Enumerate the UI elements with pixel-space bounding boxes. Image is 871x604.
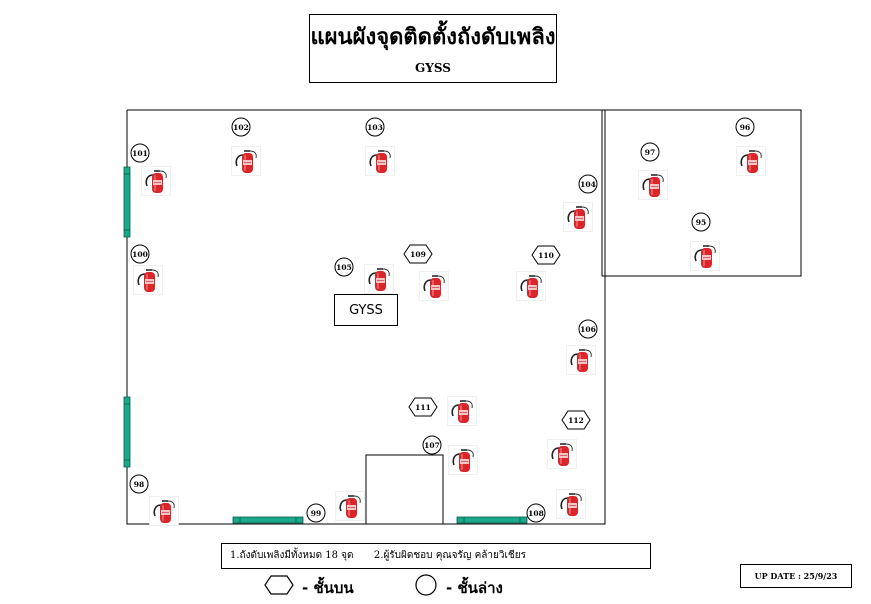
svg-text:111: 111 [415,403,431,412]
location-marker-96: 96 [735,117,755,137]
fire-extinguisher-icon [556,489,586,519]
location-marker-107: 107 [422,435,442,455]
hexagon-icon [264,575,294,595]
fire-extinguisher-icon [736,146,766,176]
svg-text:108: 108 [528,509,544,518]
svg-text:101: 101 [132,149,148,158]
fire-extinguisher-icon [448,445,478,475]
fire-extinguisher-icon [231,146,261,176]
fire-extinguisher-icon [516,271,546,301]
svg-text:97: 97 [645,148,655,157]
location-marker-100: 100 [130,244,150,264]
fire-extinguisher-icon [133,265,163,295]
update-date: UP DATE : 25/9/23 [740,564,852,588]
location-marker-101: 101 [130,143,150,163]
location-marker-103: 103 [365,117,385,137]
svg-text:106: 106 [580,325,596,334]
note-responsible-person: 2.ผู้รับผิดชอบ คุณจรัญ คล้ายวิเชียร [373,550,526,561]
fire-extinguisher-icon [563,202,593,232]
svg-text:107: 107 [424,441,440,450]
svg-text:109: 109 [410,250,426,259]
svg-text:98: 98 [134,480,144,489]
location-marker-98: 98 [129,474,149,494]
fire-extinguisher-icon [419,271,449,301]
fire-extinguisher-icon [365,146,395,176]
location-marker-111: 111 [408,397,438,417]
location-marker-97: 97 [640,142,660,162]
fire-extinguisher-icon [447,396,477,426]
location-marker-106: 106 [578,319,598,339]
fire-extinguisher-icon [690,241,720,271]
location-marker-112: 112 [561,410,591,430]
fire-extinguisher-icon [141,166,171,196]
door-bottom-left [232,516,304,524]
location-marker-99: 99 [306,503,326,523]
legend-upper-floor: - ชั้นบน [302,579,354,597]
circle-icon [415,574,437,596]
location-marker-105: 105 [334,257,354,277]
fire-extinguisher-icon [335,491,365,521]
location-marker-110: 110 [531,245,561,265]
svg-text:105: 105 [336,263,352,272]
fire-extinguisher-icon [547,439,577,469]
door-bottom-right [456,516,528,524]
note-total-count: 1.ถังดับเพลิงมีทั้งหมด 18 จุด [230,550,354,561]
legend-lower-floor: - ชั้นล่าง [446,579,503,597]
location-marker-108: 108 [526,503,546,523]
fire-extinguisher-icon [566,345,596,375]
location-marker-104: 104 [578,174,598,194]
svg-text:112: 112 [568,416,584,425]
svg-text:96: 96 [740,123,750,132]
svg-text:99: 99 [311,509,321,518]
door-left-top [123,166,131,238]
svg-text:104: 104 [580,180,596,189]
location-marker-95: 95 [691,212,711,232]
location-marker-109: 109 [403,244,433,264]
fire-extinguisher-icon [638,170,668,200]
svg-text:95: 95 [696,218,706,227]
notes-box: 1.ถังดับเพลิงมีทั้งหมด 18 จุด 2.ผู้รับผิ… [221,543,651,569]
location-marker-102: 102 [231,117,251,137]
inner-room-outline [365,454,444,524]
fire-extinguisher-icon [364,264,394,294]
fire-extinguisher-icon [149,496,179,526]
svg-text:100: 100 [132,250,148,259]
building-label: GYSS [334,294,398,326]
svg-text:102: 102 [233,123,249,132]
svg-text:103: 103 [367,123,383,132]
floor-plan [123,109,802,525]
door-left-bottom [123,396,131,468]
svg-text:110: 110 [538,251,554,260]
